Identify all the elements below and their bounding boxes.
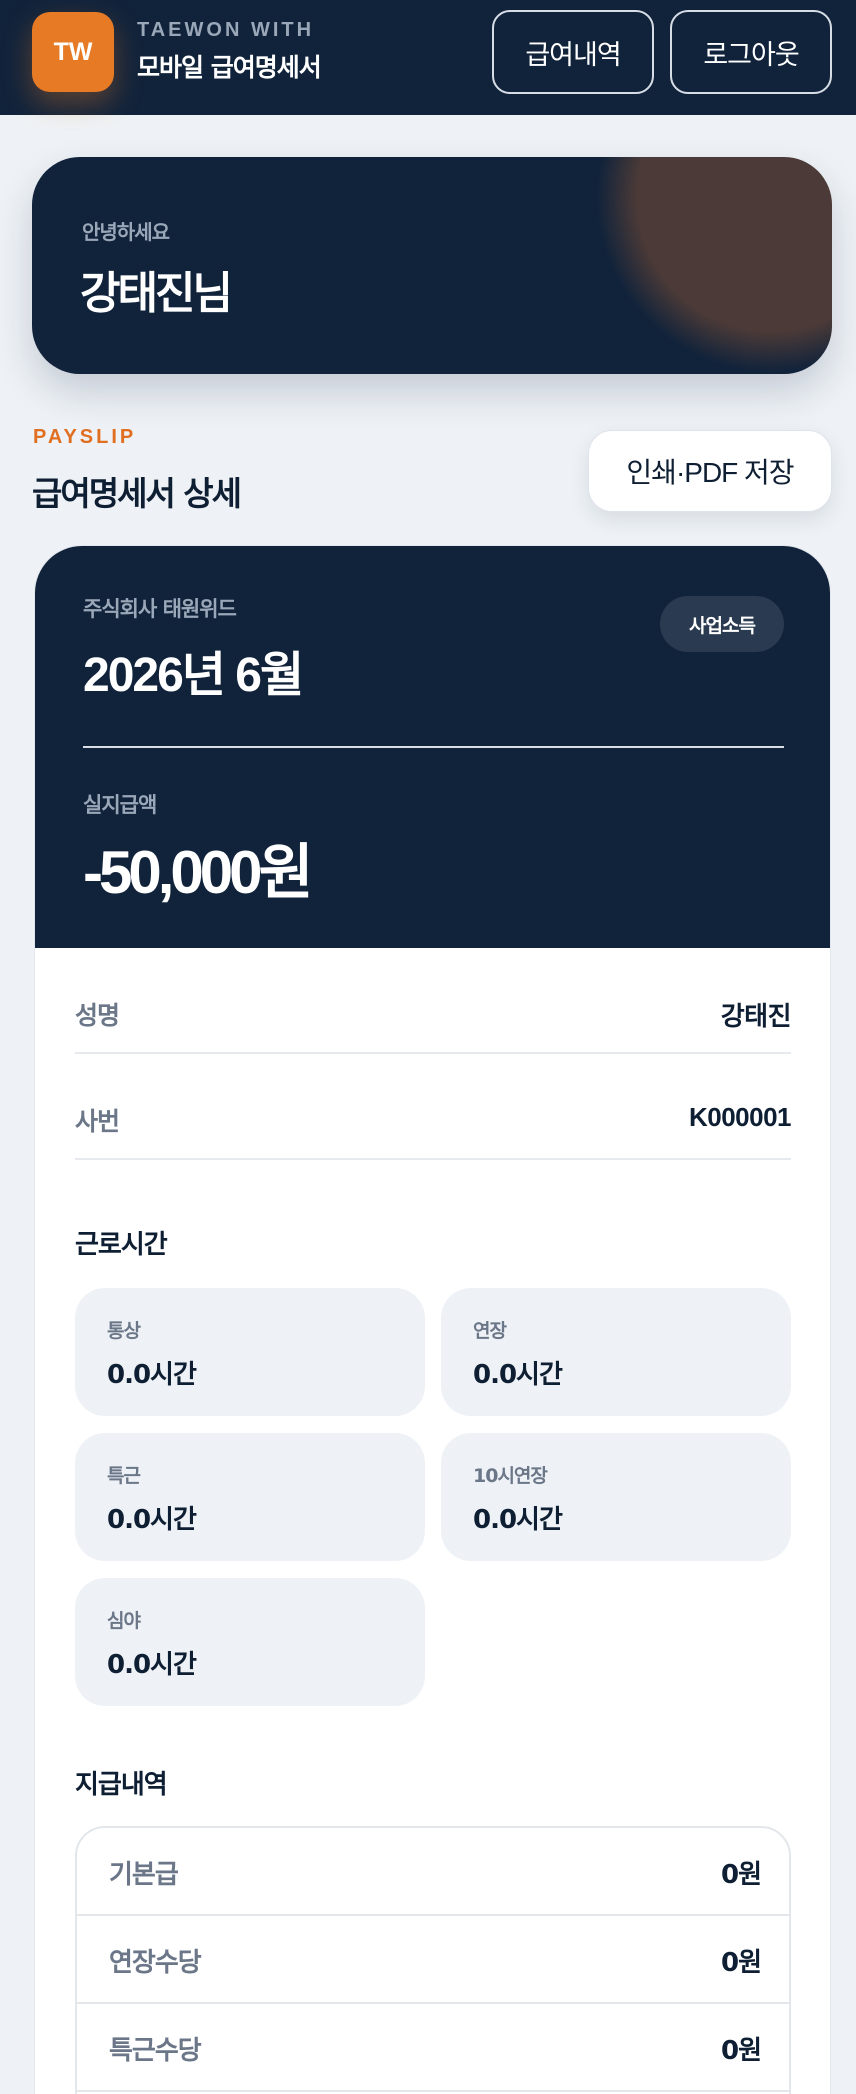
- print-pdf-button[interactable]: 인쇄·PDF 저장: [588, 430, 832, 512]
- work-hours-value: 0.0시간: [107, 1650, 197, 1680]
- info-label: 성명: [75, 1001, 120, 1030]
- payments-title: 지급내역: [75, 1770, 168, 1800]
- greeting-card: 안녕하세요 강태진님: [32, 157, 832, 374]
- payment-row: 특근수당 0원: [77, 2004, 789, 2092]
- info-value: 강태진: [720, 1001, 792, 1031]
- payment-value: 0원: [720, 1860, 762, 1890]
- pay-history-button[interactable]: 급여내역: [492, 10, 654, 94]
- work-hours-value: 0.0시간: [107, 1505, 197, 1535]
- work-hours-card: 연장 0.0시간: [441, 1288, 791, 1416]
- payments-table: 기본급 0원 연장수당 0원 특근수당 0원: [75, 1826, 791, 2094]
- work-hours-title: 근로시간: [75, 1230, 168, 1260]
- brand-title: 모바일 급여명세서: [137, 53, 322, 82]
- payment-row: 기본급 0원: [77, 1828, 789, 1916]
- work-hours-value: 0.0시간: [473, 1360, 563, 1390]
- company-name: 주식회사 태원위드: [83, 597, 237, 621]
- work-hours-card: 10시연장 0.0시간: [441, 1433, 791, 1561]
- work-hours-card: 심야 0.0시간: [75, 1578, 425, 1706]
- net-pay-label: 실지급액: [83, 793, 157, 817]
- pay-period: 2026년 6월: [83, 649, 304, 702]
- work-hours-label: 통상: [107, 1320, 141, 1342]
- summary-divider: [83, 746, 784, 748]
- payslip-summary: 주식회사 태원위드 2026년 6월 사업소득 실지급액 -50,000원: [35, 546, 830, 948]
- payment-value: 0원: [720, 1948, 762, 1978]
- work-hours-value: 0.0시간: [473, 1505, 563, 1535]
- payment-row: 연장수당 0원: [77, 1916, 789, 2004]
- payment-label: 연장수당: [109, 1948, 202, 1978]
- info-label: 사번: [75, 1107, 120, 1136]
- brand-subtitle: TAEWON WITH: [137, 19, 315, 41]
- payment-label: 기본급: [109, 1860, 179, 1890]
- info-value: K000001: [688, 1102, 792, 1132]
- brand-logo: TW: [32, 12, 114, 92]
- income-type-badge: 사업소득: [660, 596, 784, 652]
- work-hours-label: 특근: [107, 1465, 141, 1487]
- work-hours-label: 10시연장: [473, 1465, 548, 1487]
- payment-value: 0원: [720, 2036, 762, 2066]
- payslip-page: TW TAEWON WITH 모바일 급여명세서 급여내역 로그아웃 안녕하세요…: [0, 0, 856, 2094]
- work-hours-card: 통상 0.0시간: [75, 1288, 425, 1416]
- logout-button[interactable]: 로그아웃: [670, 10, 832, 94]
- payment-label: 특근수당: [109, 2036, 202, 2066]
- user-name: 강태진님: [80, 268, 233, 319]
- work-hours-card: 특근 0.0시간: [75, 1433, 425, 1561]
- work-hours-label: 심야: [107, 1610, 141, 1632]
- work-hours-label: 연장: [473, 1320, 507, 1342]
- net-pay-amount: -50,000원: [83, 839, 314, 906]
- greeting-text: 안녕하세요: [82, 220, 170, 244]
- page-title: 급여명세서 상세: [32, 474, 242, 513]
- info-row-employee-id: 사번 K000001: [75, 1054, 792, 1160]
- section-eyebrow: PAYSLIP: [33, 426, 137, 448]
- info-row-name: 성명 강태진: [75, 948, 792, 1054]
- payslip-card: 주식회사 태원위드 2026년 6월 사업소득 실지급액 -50,000원 성명…: [34, 545, 831, 2094]
- app-header: TW TAEWON WITH 모바일 급여명세서 급여내역 로그아웃: [0, 0, 856, 115]
- work-hours-value: 0.0시간: [107, 1360, 197, 1390]
